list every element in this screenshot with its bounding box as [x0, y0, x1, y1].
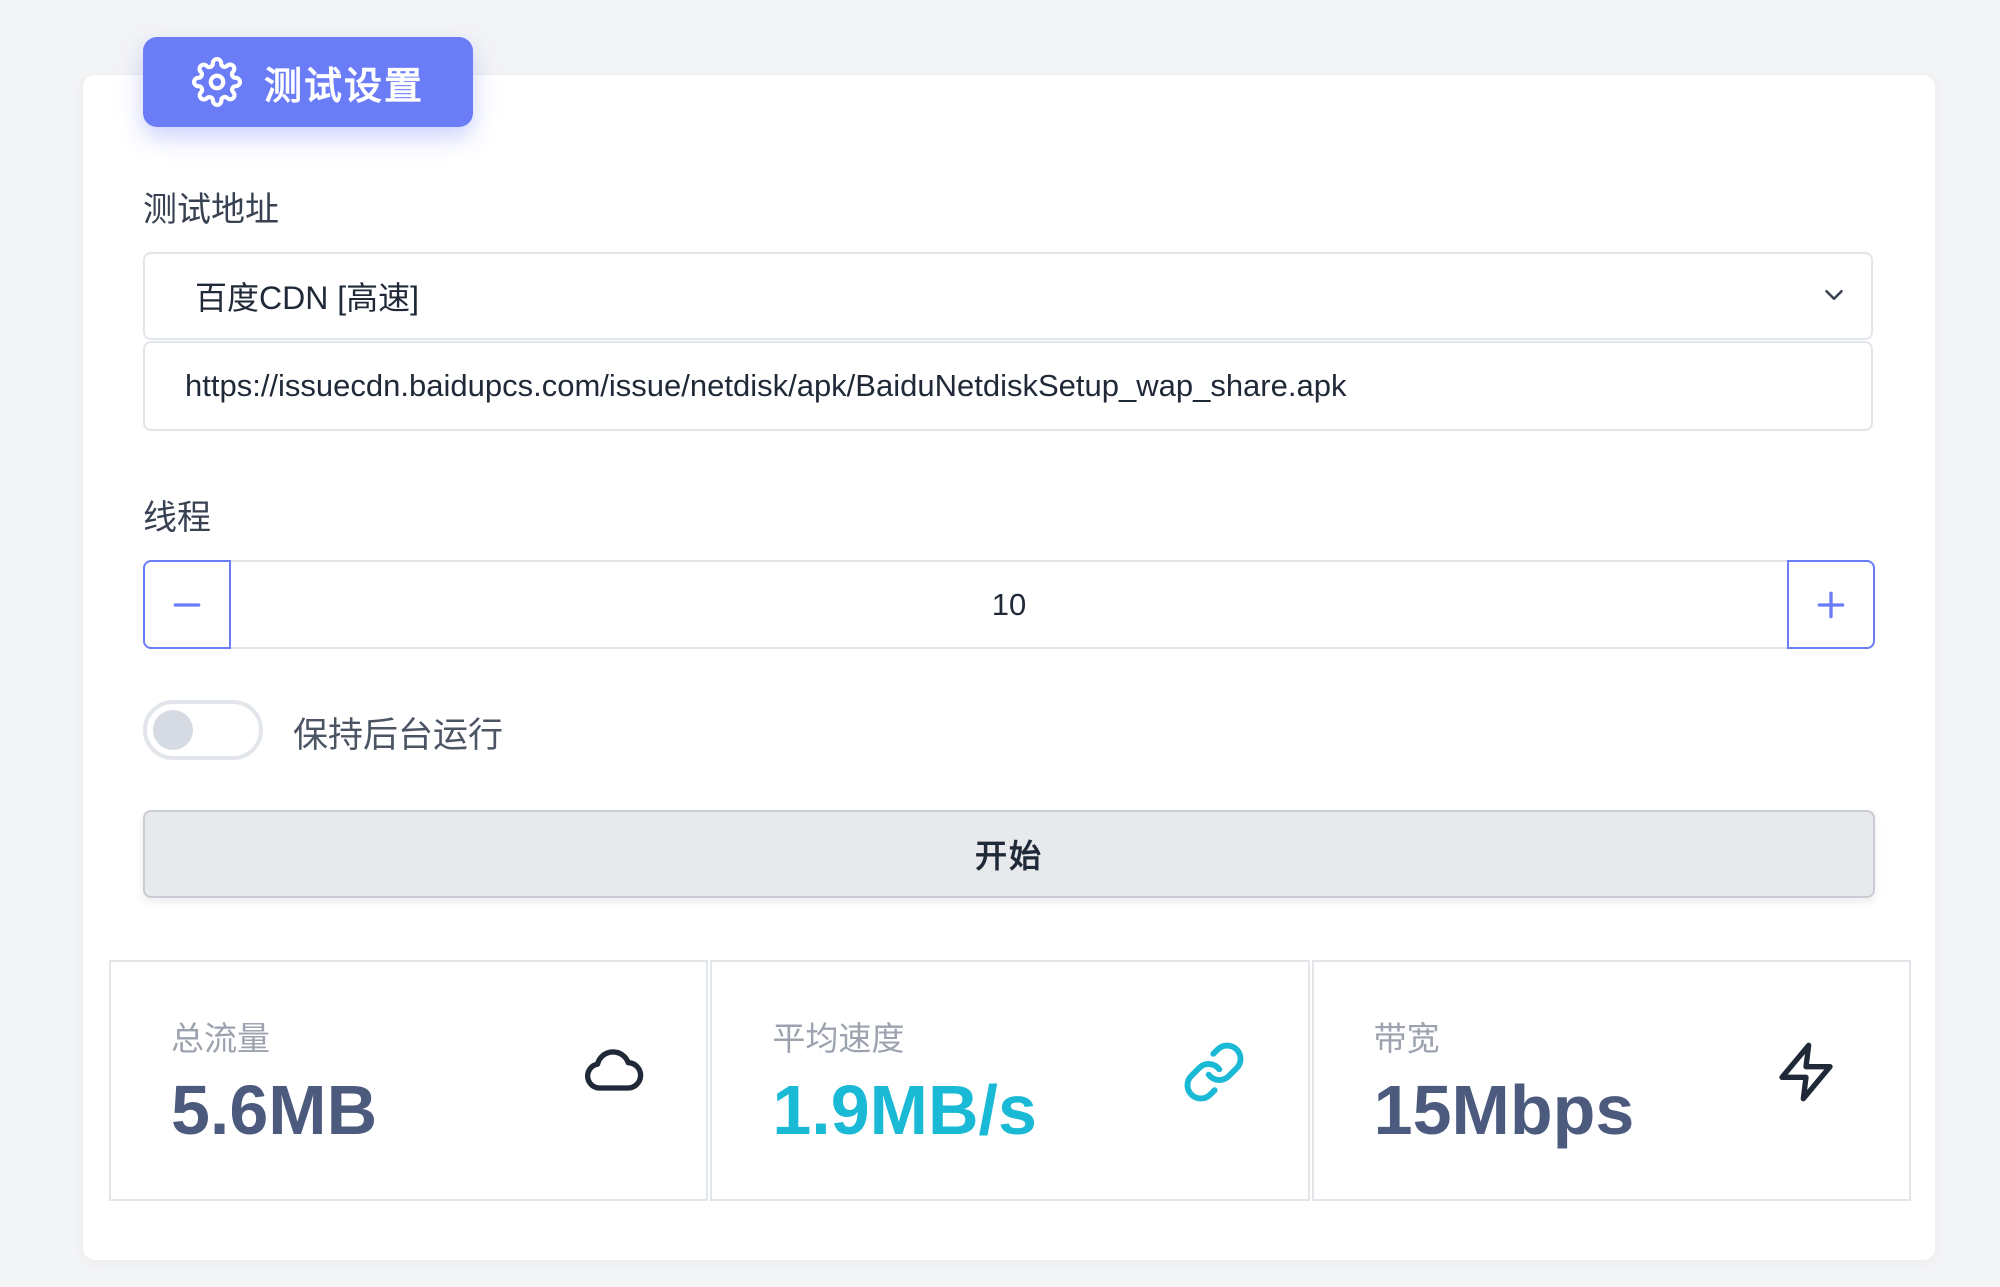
stat-label: 平均速度	[772, 1020, 905, 1057]
stat-value: 1.9MB/s	[772, 1071, 1037, 1149]
threads-label: 线程	[143, 499, 211, 537]
address-label: 测试地址	[143, 191, 279, 229]
gear-icon	[192, 57, 242, 107]
background-toggle-label: 保持后台运行	[293, 716, 504, 755]
plus-icon	[1817, 591, 1845, 618]
chevron-down-icon	[1825, 290, 1843, 300]
stat-value: 5.6MB	[171, 1071, 378, 1149]
link-icon	[1184, 1042, 1244, 1102]
toggle-knob	[153, 710, 193, 750]
stat-total-traffic: 总流量 5.6MB	[109, 960, 709, 1201]
settings-header-tab: 测试设置	[143, 37, 473, 127]
background-toggle[interactable]	[143, 700, 263, 760]
minus-icon	[173, 602, 201, 607]
start-button[interactable]: 开始	[143, 810, 1875, 898]
stat-label: 带宽	[1373, 1020, 1440, 1057]
address-select-value: 百度CDN [高速]	[195, 280, 420, 316]
increment-button[interactable]	[1787, 560, 1875, 649]
stat-label: 总流量	[171, 1020, 270, 1057]
settings-title: 测试设置	[263, 65, 424, 108]
stat-average-speed: 平均速度 1.9MB/s	[710, 960, 1310, 1201]
address-select[interactable]: 百度CDN [高速]	[143, 252, 1873, 340]
decrement-button[interactable]	[143, 560, 231, 649]
threads-value[interactable]: 10	[231, 560, 1787, 649]
cloud-icon	[584, 1049, 644, 1091]
stat-value: 15Mbps	[1373, 1071, 1635, 1149]
stat-bandwidth: 带宽 15Mbps	[1311, 960, 1911, 1201]
lightning-icon	[1778, 1042, 1833, 1102]
url-input[interactable]	[143, 341, 1873, 431]
threads-stepper: 10	[143, 560, 1875, 649]
stats-row: 总流量 5.6MB 平均速度 1.9MB/s 带宽 15Mbps	[109, 960, 1911, 1201]
